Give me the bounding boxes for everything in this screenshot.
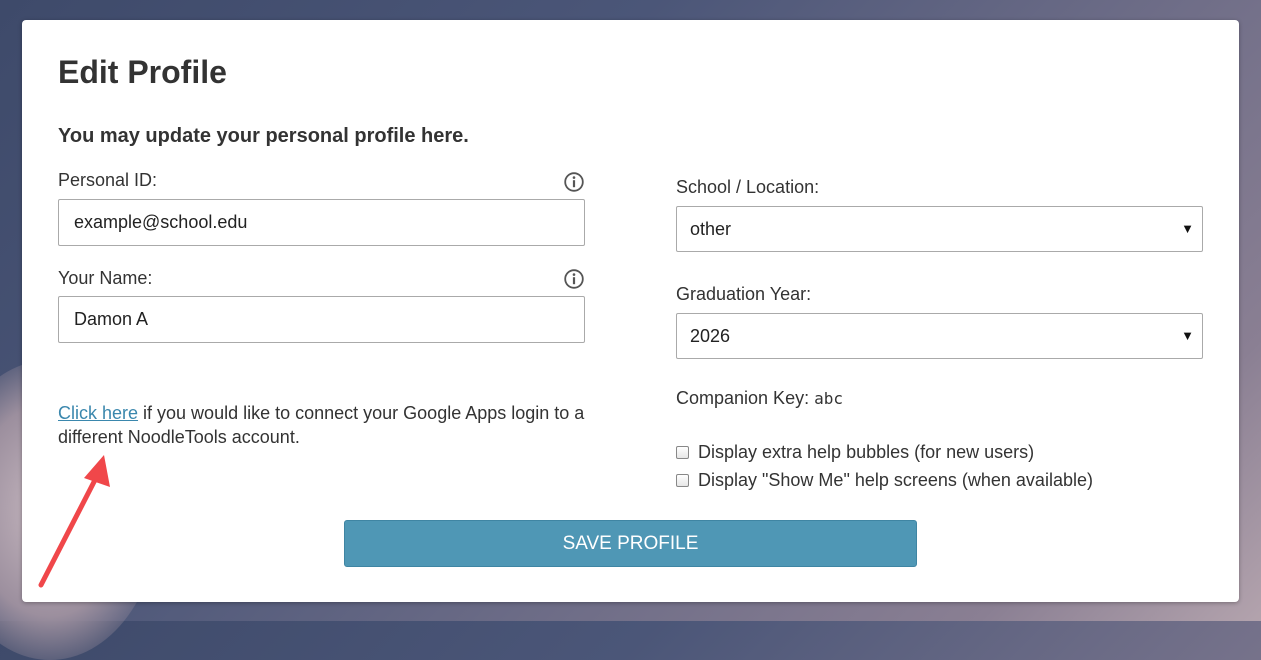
- your-name-input[interactable]: [58, 296, 585, 343]
- graduation-year-value: 2026: [690, 326, 731, 346]
- graduation-year-label: Graduation Year:: [676, 284, 812, 304]
- companion-key: Companion Key: abc: [676, 388, 843, 409]
- personal-id-label: Personal ID:: [58, 170, 158, 190]
- save-profile-button[interactable]: SAVE PROFILE: [344, 520, 917, 567]
- help-bubbles-option[interactable]: Display extra help bubbles (for new user…: [676, 442, 1034, 463]
- companion-key-value: abc: [814, 389, 843, 408]
- school-location-value: other: [690, 219, 732, 239]
- your-name-info-icon[interactable]: [564, 269, 584, 289]
- help-bubbles-label: Display extra help bubbles (for new user…: [698, 442, 1035, 462]
- your-name-label: Your Name:: [58, 268, 153, 288]
- caret-down-icon: ▼: [1181, 328, 1194, 343]
- personal-id-info-icon[interactable]: [564, 172, 584, 192]
- click-here-link[interactable]: Click here: [58, 403, 138, 423]
- personal-id-input[interactable]: [58, 199, 585, 246]
- help-bubbles-checkbox[interactable]: [676, 446, 689, 459]
- school-location-label: School / Location:: [676, 177, 820, 197]
- page-subtitle: You may update your personal profile her…: [58, 125, 469, 147]
- edit-profile-card: Edit Profile You may update your persona…: [22, 20, 1239, 602]
- graduation-year-select[interactable]: 2026 ▼: [676, 313, 1203, 359]
- caret-down-icon: ▼: [1181, 221, 1194, 236]
- page-title: Edit Profile: [58, 54, 227, 90]
- show-me-checkbox[interactable]: [676, 474, 689, 487]
- show-me-label: Display "Show Me" help screens (when ava…: [698, 470, 1093, 490]
- google-connect-text: Click here if you would like to connect …: [58, 401, 598, 449]
- companion-key-label: Companion Key:: [676, 388, 810, 408]
- school-location-select[interactable]: other ▼: [676, 206, 1203, 252]
- show-me-option[interactable]: Display "Show Me" help screens (when ava…: [676, 470, 1093, 491]
